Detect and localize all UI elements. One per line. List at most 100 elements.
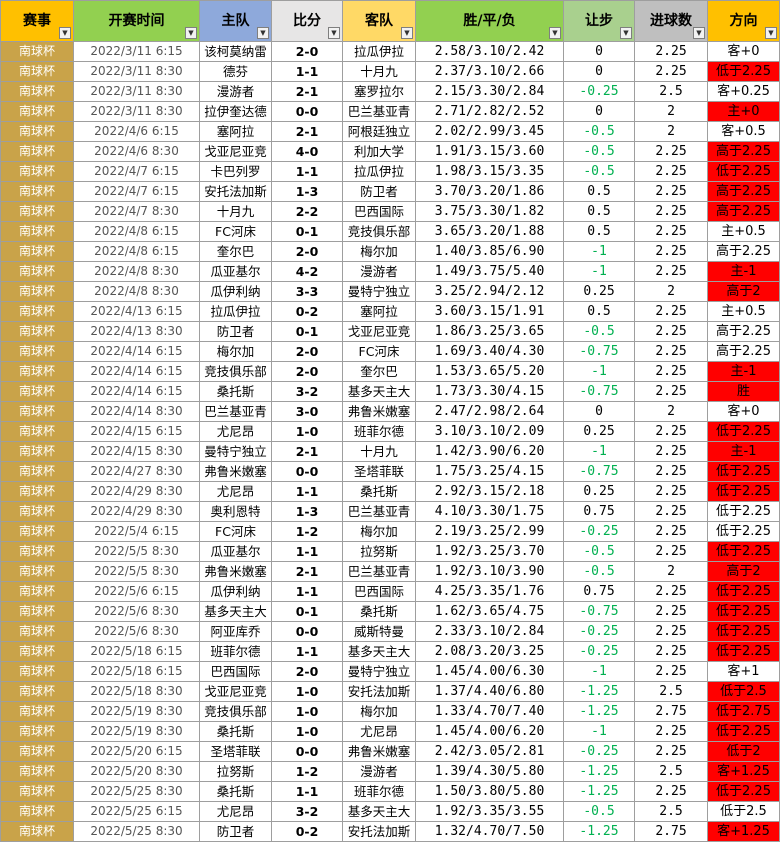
cell-handicap[interactable]: 0 — [563, 101, 635, 122]
cell-home[interactable]: 拉伊奎达德 — [199, 101, 272, 122]
cell-goals[interactable]: 2.25 — [634, 241, 708, 262]
cell-time[interactable]: 2022/4/8 6:15 — [73, 221, 200, 242]
cell-score[interactable]: 1-2 — [271, 521, 343, 542]
cell-away[interactable]: 弗鲁米嫩塞 — [342, 741, 416, 762]
cell-time[interactable]: 2022/4/6 8:30 — [73, 141, 200, 162]
filter-applied-icon[interactable]: ▼ — [59, 27, 71, 39]
cell-time[interactable]: 2022/4/7 8:30 — [73, 201, 200, 222]
cell-time[interactable]: 2022/5/5 8:30 — [73, 561, 200, 582]
cell-away[interactable]: 十月九 — [342, 441, 416, 462]
cell-time[interactable]: 2022/5/25 6:15 — [73, 801, 200, 822]
cell-direction[interactable]: 主-1 — [707, 361, 780, 382]
cell-direction[interactable]: 低于2.25 — [707, 721, 780, 742]
cell-time[interactable]: 2022/5/6 6:15 — [73, 581, 200, 602]
cell-handicap[interactable]: -0.5 — [563, 561, 635, 582]
cell-odds[interactable]: 1.32/4.70/7.50 — [415, 821, 564, 842]
cell-odds[interactable]: 4.10/3.30/1.75 — [415, 501, 564, 522]
cell-handicap[interactable]: 0 — [563, 41, 635, 62]
cell-handicap[interactable]: -0.5 — [563, 541, 635, 562]
cell-direction[interactable]: 低于2.25 — [707, 601, 780, 622]
cell-away[interactable]: 梅尔加 — [342, 521, 416, 542]
cell-home[interactable]: 德芬 — [199, 61, 272, 82]
cell-odds[interactable]: 1.92/3.10/3.90 — [415, 561, 564, 582]
cell-home[interactable]: 奎尔巴 — [199, 241, 272, 262]
cell-away[interactable]: FC河床 — [342, 341, 416, 362]
cell-odds[interactable]: 1.50/3.80/5.80 — [415, 781, 564, 802]
filter-dropdown-icon[interactable]: ▼ — [185, 27, 197, 39]
cell-time[interactable]: 2022/5/25 8:30 — [73, 781, 200, 802]
cell-league[interactable]: 南球杯 — [0, 221, 74, 242]
cell-odds[interactable]: 4.25/3.35/1.76 — [415, 581, 564, 602]
cell-league[interactable]: 南球杯 — [0, 141, 74, 162]
cell-time[interactable]: 2022/4/29 8:30 — [73, 481, 200, 502]
cell-away[interactable]: 班菲尔德 — [342, 781, 416, 802]
cell-handicap[interactable]: 0.25 — [563, 281, 635, 302]
cell-handicap[interactable]: -0.25 — [563, 521, 635, 542]
cell-away[interactable]: 尤尼昂 — [342, 721, 416, 742]
cell-league[interactable]: 南球杯 — [0, 441, 74, 462]
cell-league[interactable]: 南球杯 — [0, 581, 74, 602]
cell-score[interactable]: 0-0 — [271, 461, 343, 482]
cell-direction[interactable]: 低于2.25 — [707, 421, 780, 442]
cell-handicap[interactable]: -0.5 — [563, 321, 635, 342]
cell-odds[interactable]: 3.65/3.20/1.88 — [415, 221, 564, 242]
cell-goals[interactable]: 2 — [634, 401, 708, 422]
cell-goals[interactable]: 2.25 — [634, 301, 708, 322]
cell-score[interactable]: 0-0 — [271, 741, 343, 762]
cell-league[interactable]: 南球杯 — [0, 801, 74, 822]
cell-direction[interactable]: 主+0.5 — [707, 221, 780, 242]
cell-home[interactable]: 圣塔菲联 — [199, 741, 272, 762]
cell-odds[interactable]: 3.60/3.15/1.91 — [415, 301, 564, 322]
cell-direction[interactable]: 高于2.25 — [707, 321, 780, 342]
filter-dropdown-icon[interactable]: ▼ — [257, 27, 269, 39]
cell-direction[interactable]: 客+1.25 — [707, 821, 780, 842]
cell-away[interactable]: 拉瓜伊拉 — [342, 41, 416, 62]
cell-time[interactable]: 2022/4/14 6:15 — [73, 381, 200, 402]
cell-handicap[interactable]: -0.5 — [563, 121, 635, 142]
cell-score[interactable]: 0-1 — [271, 601, 343, 622]
cell-time[interactable]: 2022/4/7 6:15 — [73, 161, 200, 182]
cell-away[interactable]: 安托法加斯 — [342, 681, 416, 702]
cell-direction[interactable]: 低于2 — [707, 741, 780, 762]
cell-score[interactable]: 1-2 — [271, 761, 343, 782]
cell-handicap[interactable]: -0.75 — [563, 601, 635, 622]
cell-goals[interactable]: 2.25 — [634, 261, 708, 282]
cell-away[interactable]: 塞罗拉尔 — [342, 81, 416, 102]
cell-league[interactable]: 南球杯 — [0, 741, 74, 762]
cell-odds[interactable]: 1.91/3.15/3.60 — [415, 141, 564, 162]
cell-odds[interactable]: 1.37/4.40/6.80 — [415, 681, 564, 702]
cell-league[interactable]: 南球杯 — [0, 781, 74, 802]
cell-handicap[interactable]: -0.25 — [563, 621, 635, 642]
cell-goals[interactable]: 2.25 — [634, 741, 708, 762]
cell-odds[interactable]: 3.25/2.94/2.12 — [415, 281, 564, 302]
cell-handicap[interactable]: -1 — [563, 661, 635, 682]
cell-away[interactable]: 巴西国际 — [342, 201, 416, 222]
cell-league[interactable]: 南球杯 — [0, 281, 74, 302]
cell-home[interactable]: 戈亚尼亚竞 — [199, 141, 272, 162]
cell-score[interactable]: 3-0 — [271, 401, 343, 422]
cell-home[interactable]: 塞阿拉 — [199, 121, 272, 142]
cell-time[interactable]: 2022/4/14 6:15 — [73, 361, 200, 382]
cell-home[interactable]: 巴兰基亚青 — [199, 401, 272, 422]
cell-away[interactable]: 十月九 — [342, 61, 416, 82]
cell-time[interactable]: 2022/4/8 6:15 — [73, 241, 200, 262]
cell-goals[interactable]: 2.25 — [634, 361, 708, 382]
cell-away[interactable]: 巴兰基亚青 — [342, 101, 416, 122]
cell-odds[interactable]: 3.10/3.10/2.09 — [415, 421, 564, 442]
cell-direction[interactable]: 低于2.25 — [707, 161, 780, 182]
cell-handicap[interactable]: -1 — [563, 721, 635, 742]
cell-home[interactable]: 尤尼昂 — [199, 481, 272, 502]
cell-score[interactable]: 2-1 — [271, 121, 343, 142]
cell-direction[interactable]: 低于2.75 — [707, 701, 780, 722]
cell-away[interactable]: 拉瓜伊拉 — [342, 161, 416, 182]
cell-league[interactable]: 南球杯 — [0, 761, 74, 782]
cell-goals[interactable]: 2.25 — [634, 481, 708, 502]
cell-away[interactable]: 阿根廷独立 — [342, 121, 416, 142]
cell-league[interactable]: 南球杯 — [0, 461, 74, 482]
cell-league[interactable]: 南球杯 — [0, 381, 74, 402]
cell-odds[interactable]: 1.49/3.75/5.40 — [415, 261, 564, 282]
cell-goals[interactable]: 2.25 — [634, 661, 708, 682]
cell-away[interactable]: 桑托斯 — [342, 481, 416, 502]
cell-goals[interactable]: 2.25 — [634, 181, 708, 202]
cell-away[interactable]: 班菲尔德 — [342, 421, 416, 442]
